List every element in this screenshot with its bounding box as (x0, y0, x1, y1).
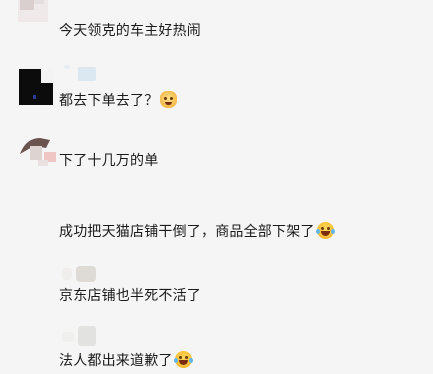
nickname-blurred (64, 65, 70, 69)
message-text: 都去下单去了？ (59, 91, 178, 110)
message-text: 成功把天猫店铺干倒了，商品全部下架了 (59, 222, 335, 241)
message-text: 下了十几万的单 (59, 153, 159, 169)
message-text: 京东店铺也半死不活了 (59, 288, 201, 304)
avatar[interactable] (19, 69, 53, 105)
avatar[interactable] (18, 0, 48, 22)
nickname-blurred (78, 67, 96, 81)
nickname-blurred (78, 326, 96, 346)
avatar[interactable] (16, 132, 60, 168)
laughing-tears-emoji (315, 222, 335, 239)
laughing-tears-emoji (173, 351, 193, 368)
nickname-blurred (62, 332, 74, 342)
message-text: 今天领克的车主好热闹 (59, 23, 201, 39)
cat-face-emoji (160, 91, 178, 108)
nickname-blurred (62, 268, 72, 280)
nickname-blurred (76, 266, 96, 282)
message-text: 法人都出来道歉了 (59, 351, 193, 370)
chat-message-list[interactable]: 今天领克的车主好热闹 都去下单去了？ 下了十几万的单 成功把天猫店铺干倒了，商品… (0, 0, 433, 374)
